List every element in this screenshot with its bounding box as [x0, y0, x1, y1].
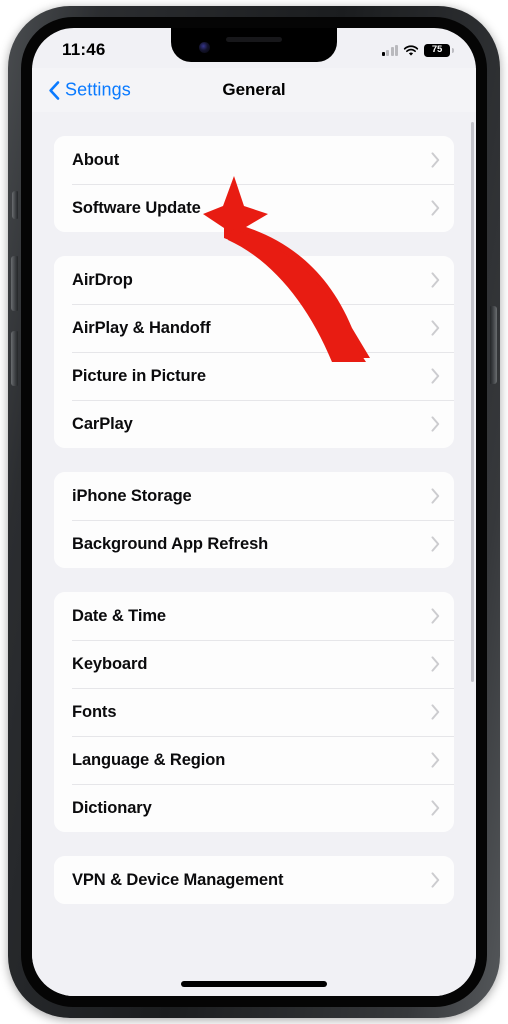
settings-row-keyboard[interactable]: Keyboard: [54, 640, 454, 688]
chevron-right-icon: [431, 608, 440, 624]
settings-list: About Software Update AirDrop AirPlay & …: [32, 112, 476, 996]
chevron-right-icon: [431, 656, 440, 672]
volume-up-button[interactable]: [11, 256, 18, 311]
home-indicator: [181, 981, 327, 987]
settings-row-iphone-storage[interactable]: iPhone Storage: [54, 472, 454, 520]
settings-row-about[interactable]: About: [54, 136, 454, 184]
wifi-icon: [403, 44, 419, 56]
settings-row-picture-in-picture[interactable]: Picture in Picture: [54, 352, 454, 400]
chevron-right-icon: [431, 320, 440, 336]
front-camera-icon: [199, 42, 210, 53]
mute-switch-button[interactable]: [12, 191, 18, 219]
settings-group-localization: Date & Time Keyboard Fonts Language & Re…: [54, 592, 454, 832]
phone-screen: 11:46 75 Settings General About Software…: [32, 28, 476, 996]
settings-row-dictionary[interactable]: Dictionary: [54, 784, 454, 832]
settings-row-software-update[interactable]: Software Update: [54, 184, 454, 232]
row-label: VPN & Device Management: [72, 870, 284, 889]
row-label: Keyboard: [72, 654, 148, 673]
settings-group-system-info: About Software Update: [54, 136, 454, 232]
settings-row-airdrop[interactable]: AirDrop: [54, 256, 454, 304]
settings-row-fonts[interactable]: Fonts: [54, 688, 454, 736]
battery-icon: 75: [424, 43, 454, 57]
notch: [171, 28, 337, 62]
page-title: General: [222, 80, 286, 99]
chevron-right-icon: [431, 872, 440, 888]
row-label: CarPlay: [72, 414, 133, 433]
phone-frame: 11:46 75 Settings General About Software…: [8, 6, 500, 1018]
settings-row-language-region[interactable]: Language & Region: [54, 736, 454, 784]
chevron-right-icon: [431, 536, 440, 552]
row-label: About: [72, 150, 120, 169]
settings-group-storage: iPhone Storage Background App Refresh: [54, 472, 454, 568]
side-power-button[interactable]: [490, 306, 497, 384]
settings-group-connectivity: AirDrop AirPlay & Handoff Picture in Pic…: [54, 256, 454, 448]
navigation-bar: Settings General: [32, 68, 476, 112]
chevron-right-icon: [431, 368, 440, 384]
row-label: Picture in Picture: [72, 366, 206, 385]
row-label: AirDrop: [72, 270, 133, 289]
row-label: Software Update: [72, 198, 201, 217]
settings-group-management: VPN & Device Management: [54, 856, 454, 904]
row-label: AirPlay & Handoff: [72, 318, 211, 337]
row-label: Language & Region: [72, 750, 226, 769]
settings-row-airplay-handoff[interactable]: AirPlay & Handoff: [54, 304, 454, 352]
chevron-right-icon: [431, 416, 440, 432]
earpiece-speaker-icon: [226, 37, 282, 42]
chevron-right-icon: [431, 752, 440, 768]
chevron-right-icon: [431, 152, 440, 168]
battery-cap: [451, 47, 454, 53]
settings-row-vpn-device-management[interactable]: VPN & Device Management: [54, 856, 454, 904]
chevron-right-icon: [431, 488, 440, 504]
cellular-signal-icon: [381, 44, 398, 56]
chevron-right-icon: [431, 200, 440, 216]
status-bar-indicators: 75: [381, 40, 454, 57]
row-label: Fonts: [72, 702, 117, 721]
settings-row-date-time[interactable]: Date & Time: [54, 592, 454, 640]
row-label: Date & Time: [72, 606, 166, 625]
row-label: Background App Refresh: [72, 534, 269, 553]
settings-row-background-app-refresh[interactable]: Background App Refresh: [54, 520, 454, 568]
status-bar-time: 11:46: [62, 40, 106, 59]
row-label: Dictionary: [72, 798, 152, 817]
chevron-right-icon: [431, 704, 440, 720]
vertical-scrollbar[interactable]: [471, 122, 474, 682]
chevron-right-icon: [431, 272, 440, 288]
chevron-right-icon: [431, 800, 440, 816]
volume-down-button[interactable]: [11, 331, 18, 386]
battery-percent-label: 75: [431, 44, 443, 56]
row-label: iPhone Storage: [72, 486, 192, 505]
settings-row-carplay[interactable]: CarPlay: [54, 400, 454, 448]
